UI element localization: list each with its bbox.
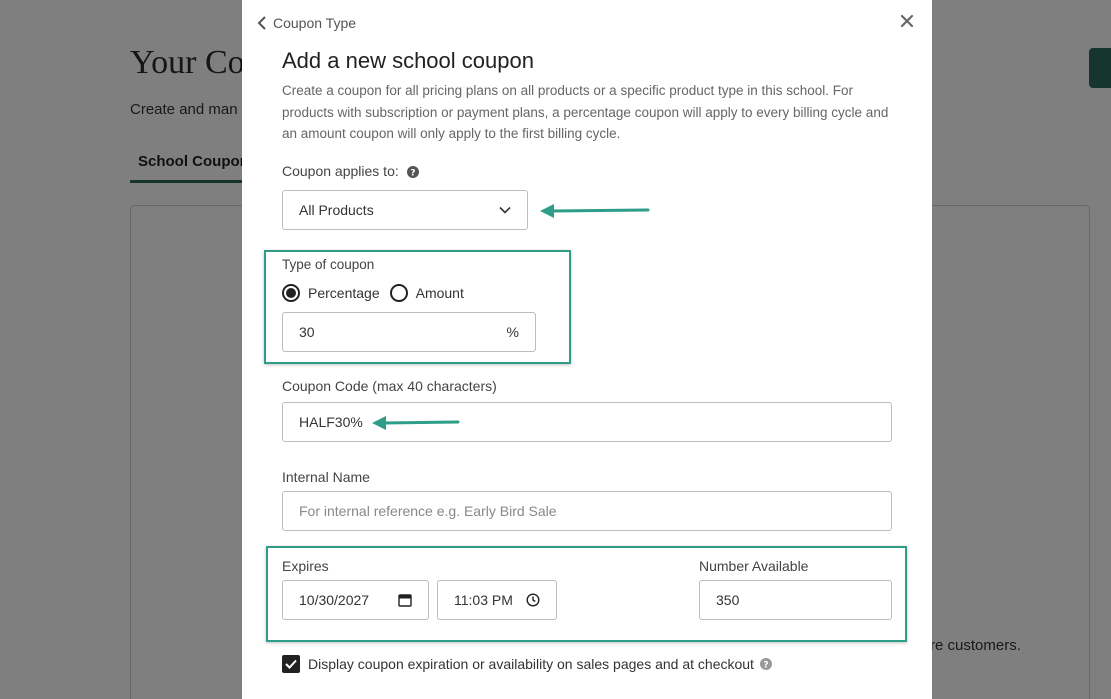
help-icon[interactable]: ? [406, 166, 419, 178]
modal-description: Create a coupon for all pricing plans on… [282, 83, 889, 141]
chevron-down-icon [499, 206, 511, 214]
chevron-left-icon [257, 16, 266, 30]
checkmark-icon [285, 659, 297, 669]
applies-to-select[interactable]: All Products [282, 190, 528, 230]
svg-text:?: ? [763, 660, 768, 670]
back-label: Coupon Type [273, 15, 357, 31]
highlight-coupon-type [264, 250, 571, 364]
modal-title: Add a new school coupon [282, 48, 534, 73]
annotation-arrow-icon [372, 416, 460, 430]
help-icon[interactable]: ? [759, 658, 772, 670]
highlight-expiry-section [266, 546, 907, 642]
close-icon[interactable] [898, 12, 916, 30]
internal-name-input[interactable]: For internal reference e.g. Early Bird S… [282, 491, 892, 531]
svg-text:?: ? [410, 168, 415, 178]
annotation-arrow-icon [540, 204, 650, 218]
display-expiration-row: Display coupon expiration or availabilit… [282, 655, 772, 673]
display-expiration-checkbox[interactable] [282, 655, 300, 673]
back-button[interactable]: Coupon Type [257, 15, 356, 31]
coupon-code-label: Coupon Code (max 40 characters) [282, 378, 497, 394]
internal-name-label: Internal Name [282, 469, 370, 485]
applies-to-label: Coupon applies to: ? [282, 163, 419, 179]
